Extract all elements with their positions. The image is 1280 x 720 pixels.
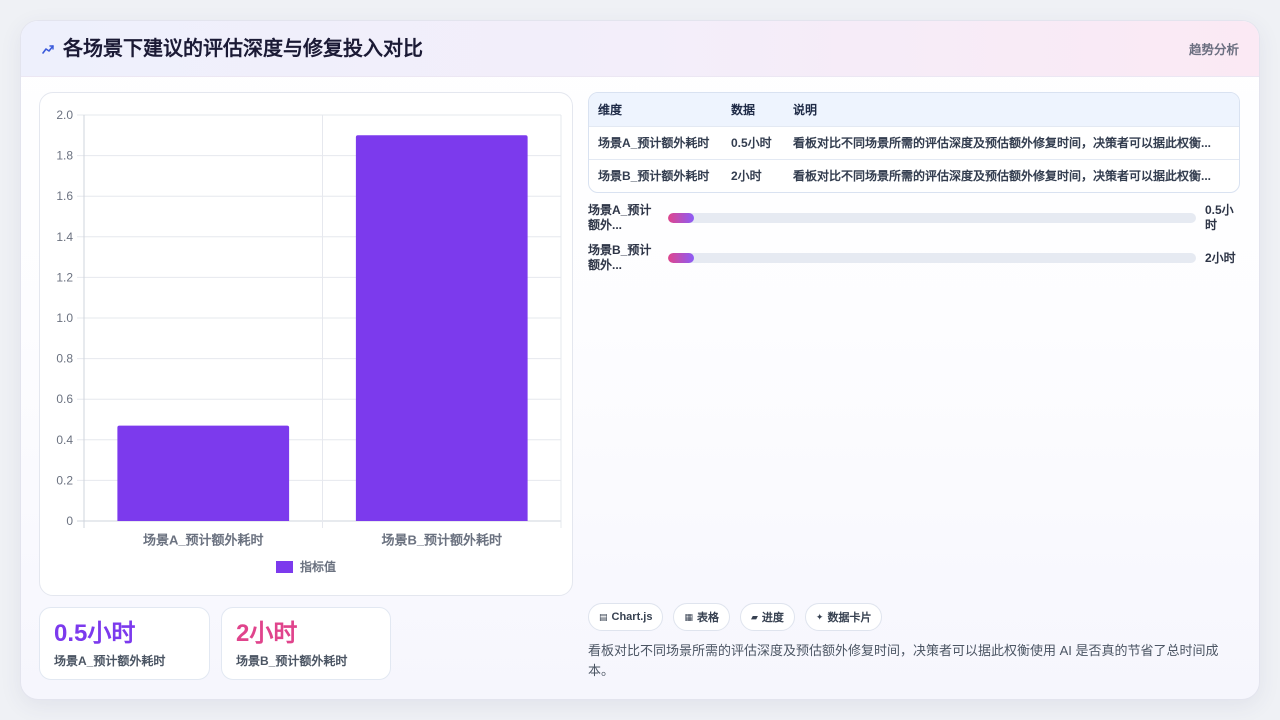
progress-track [668, 253, 1196, 263]
progress-value: 0.5小时 [1205, 203, 1234, 232]
x-tick-label: 场景B_预计额外耗时 [381, 533, 502, 548]
chart-legend[interactable]: 指标值 [275, 559, 336, 574]
trend-icon [42, 43, 55, 55]
tag-label: 表格 [697, 612, 719, 624]
tag-table: ▦ 表格 [673, 603, 730, 631]
tag-label: 进度 [761, 612, 784, 624]
legend-swatch [275, 561, 293, 573]
table-cell: 看板对比不同场景所需的评估深度及预估额外修复时间，决策者可以据此权衡... [784, 158, 1239, 192]
bar-scenario-b[interactable] [355, 135, 528, 522]
table-cell: 2小时 [722, 158, 784, 192]
description-text: 看板对比不同场景所需的评估深度及预估额外修复时间，决策者可以据此权衡使用 AI … [588, 643, 1219, 678]
kpi-value: 2小时 [236, 620, 298, 647]
kpi-label: 场景A_预计额外耗时 [54, 654, 166, 668]
trend-analysis-label: 趋势分析 [1188, 43, 1239, 57]
table-header-cell: 数据 [722, 93, 784, 126]
bar-chart: 0 0.2 0.4 0.6 0.8 1.0 1.2 1.4 1.6 1.8 2.0 场景A_预计额外耗… [56, 108, 562, 574]
dashboard-card: 各场景下建议的评估深度与修复投入对比 趋势分析 0 0.2 0.4 0.6 0.8 1.0… [20, 20, 1260, 700]
kpi-value: 0.5小时 [54, 620, 136, 647]
progress-row: 场景A_预计额外... 0.5小时 [588, 203, 1240, 233]
y-tick-label: 1.0 [56, 311, 73, 325]
y-tick-label: 0.6 [56, 392, 73, 406]
kpi-card-scenario-a: 0.5小时 场景A_预计额外耗时 [39, 607, 210, 680]
y-tick-label: 0 [66, 514, 73, 528]
table-cell: 0.5小时 [722, 125, 784, 159]
progress-row: 场景B_预计额外... 2小时 [588, 243, 1240, 273]
table-row: 场景A_预计额外耗时 0.5小时 看板对比不同场景所需的评估深度及预估额外修复时… [589, 125, 1239, 159]
tag-label: Chart.js [611, 611, 653, 623]
bar-chart-panel: 0 0.2 0.4 0.6 0.8 1.0 1.2 1.4 1.6 1.8 2.0 场景A_预计额外耗… [39, 92, 573, 596]
table-icon: ▦ [684, 611, 693, 622]
bar-scenario-a[interactable] [117, 425, 290, 521]
data-table: 维度 数据 说明 场景A_预计额外耗时 0.5小时 看板对比不同场景所需的评估深… [588, 92, 1240, 193]
table-header-cell: 维度 [589, 93, 722, 126]
progress-track [668, 213, 1196, 223]
tag-chartjs: ▤ Chart.js [588, 603, 664, 631]
progress-fill [668, 213, 695, 223]
tag-data-cards: ✦ 数据卡片 [804, 603, 883, 631]
chart-icon: ▤ [599, 611, 608, 622]
table-cell: 场景A_预计额外耗时 [589, 125, 722, 159]
progress-list: 场景A_预计额外... 0.5小时 场景B_预计额外... 2小时 [588, 203, 1240, 283]
table-cell: 场景B_预计额外耗时 [589, 158, 722, 192]
y-tick-label: 2.0 [56, 108, 73, 122]
page-title: 各场景下建议的评估深度与修复投入对比 [63, 37, 423, 60]
progress-label: 场景A_预计额外... [588, 203, 652, 232]
table-header-cell: 说明 [784, 93, 1239, 126]
y-tick-label: 1.4 [56, 230, 73, 244]
tech-tags: ▤ Chart.js ▦ 表格 ▰ 进度 ✦ 数据卡片 [588, 603, 883, 631]
progress-fill [668, 253, 695, 263]
y-tick-label: 1.2 [56, 270, 73, 284]
table-header-row: 维度 数据 说明 [589, 93, 1239, 126]
sparkle-icon: ✦ [815, 611, 824, 622]
progress-value: 2小时 [1205, 250, 1236, 265]
progress-label: 场景B_预计额外... [588, 243, 652, 272]
table-cell: 看板对比不同场景所需的评估深度及预估额外修复时间，决策者可以据此权衡... [784, 125, 1239, 159]
tag-progress: ▰ 进度 [740, 603, 795, 631]
y-tick-label: 1.6 [56, 189, 73, 203]
y-tick-label: 0.4 [56, 433, 73, 447]
tag-label: 数据卡片 [827, 612, 872, 624]
progress-icon: ▰ [751, 611, 758, 622]
kpi-card-scenario-b: 2小时 场景B_预计额外耗时 [221, 607, 391, 680]
kpi-label: 场景B_预计额外耗时 [236, 654, 348, 668]
card-header: 各场景下建议的评估深度与修复投入对比 趋势分析 [21, 21, 1259, 77]
y-tick-label: 0.2 [56, 473, 73, 487]
x-tick-label: 场景A_预计额外耗时 [143, 533, 264, 548]
y-tick-label: 1.8 [56, 149, 73, 163]
table-row: 场景B_预计额外耗时 2小时 看板对比不同场景所需的评估深度及预估额外修复时间，… [589, 158, 1239, 192]
legend-label: 指标值 [300, 559, 336, 574]
y-tick-label: 0.8 [56, 352, 73, 366]
